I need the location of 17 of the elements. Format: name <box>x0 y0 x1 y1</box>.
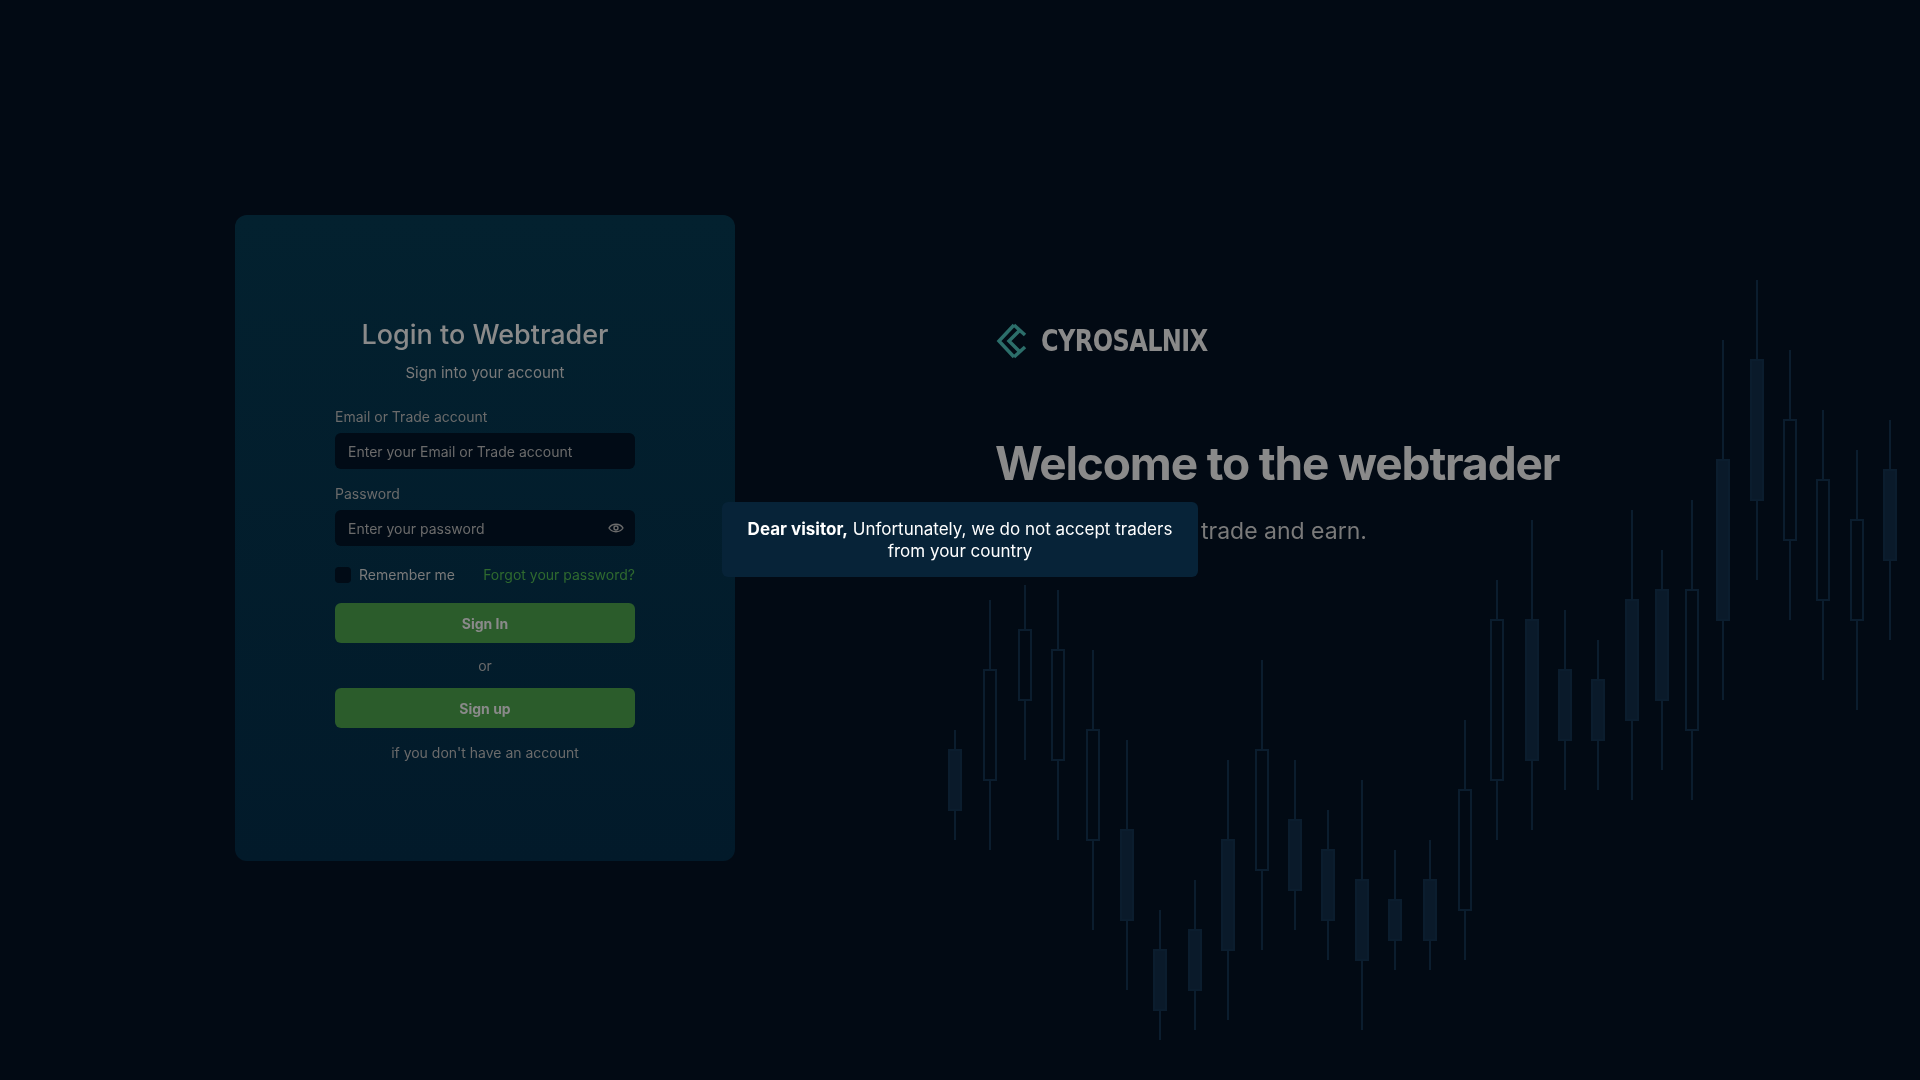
toast-message: Dear visitor, Unfortunately, we do not accept traders from your country <box>722 502 1198 577</box>
sign-in-button[interactable]: Sign In <box>335 603 635 643</box>
separator-text: or <box>478 656 492 676</box>
welcome-subtitle: trade and earn. <box>1201 516 1368 547</box>
brand-name: CYROSALNIX <box>1041 322 1208 360</box>
eye-icon[interactable] <box>608 522 624 534</box>
welcome-heading: Welcome to the webtrader <box>995 434 1560 493</box>
sign-up-button[interactable]: Sign up <box>335 688 635 728</box>
forgot-password-link[interactable]: Forgot your password? <box>483 564 635 585</box>
remember-label: Remember me <box>359 565 456 585</box>
password-field[interactable]: Enter your password <box>335 510 635 546</box>
field-label: Email or Trade account <box>335 407 489 427</box>
email-field[interactable]: Enter your Email or Trade account <box>335 433 635 469</box>
login-subtitle: Sign into your account <box>405 361 565 384</box>
field-label: Password <box>335 484 401 504</box>
login-title: Login to Webtrader <box>361 317 609 353</box>
sign-up-hint: if you don't have an account <box>391 743 579 763</box>
